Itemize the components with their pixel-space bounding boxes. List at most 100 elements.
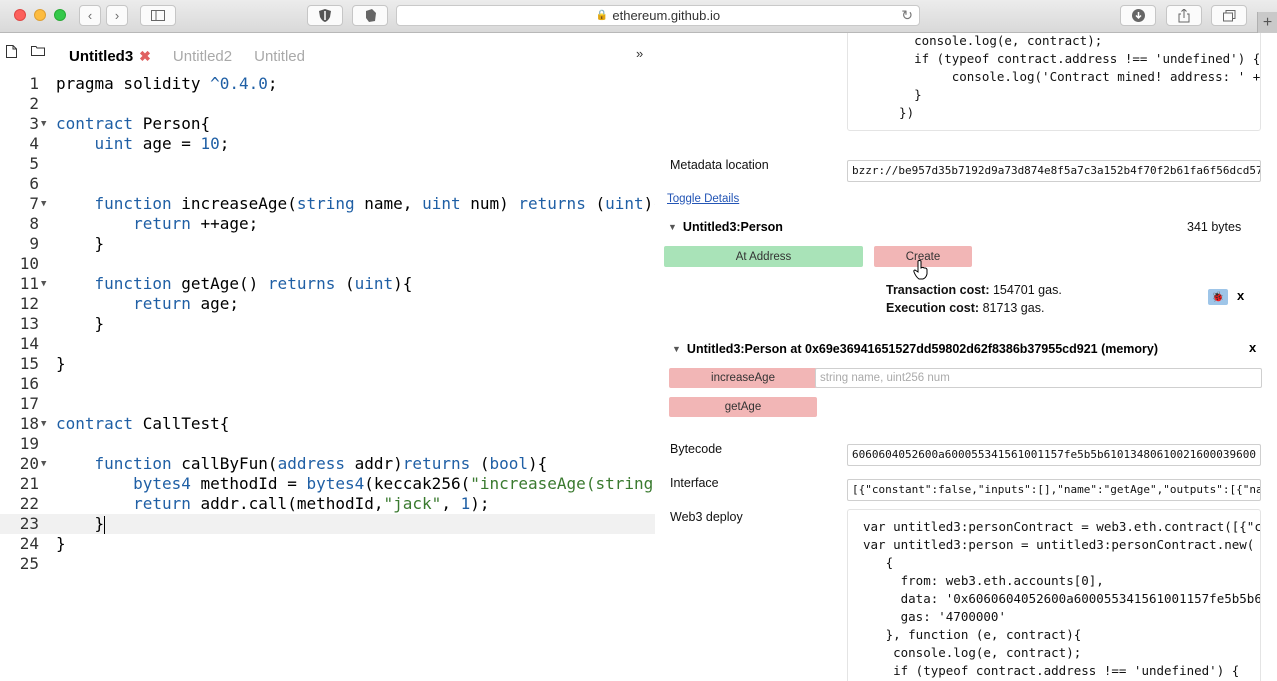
code-line[interactable]: 15} xyxy=(0,354,655,374)
shield-extension-button[interactable] xyxy=(307,5,343,26)
code-text: } xyxy=(56,354,66,373)
line-number: 2 xyxy=(29,94,39,113)
address-bar[interactable]: 🔒 ethereum.github.io ↻ xyxy=(396,5,920,26)
fold-arrow-icon[interactable]: ▼ xyxy=(41,454,46,474)
url-text: ethereum.github.io xyxy=(612,8,721,23)
fold-arrow-icon[interactable]: ▼ xyxy=(41,414,46,434)
bytecode-label: Bytecode xyxy=(670,442,723,456)
code-text: function callByFun(address addr)returns … xyxy=(94,454,548,473)
code-line[interactable]: 18 ▼ contract CallTest{ xyxy=(0,414,655,434)
line-number: 6 xyxy=(29,174,39,193)
share-button[interactable] xyxy=(1166,5,1202,26)
fold-arrow-icon[interactable]: ▼ xyxy=(41,114,46,134)
tabs-icon xyxy=(1222,9,1235,21)
code-line[interactable]: 17 xyxy=(0,394,655,414)
tabs-overview-button[interactable] xyxy=(1211,5,1247,26)
web3-deploy-code-top: console.log(e, contract); if (typeof con… xyxy=(847,33,1261,131)
code-text: } xyxy=(56,234,105,253)
contract-header[interactable]: ▼ Untitled3:Person xyxy=(668,220,783,234)
line-number: 3 xyxy=(29,114,39,133)
line-number: 18 xyxy=(19,414,39,433)
interface-field[interactable]: [{"constant":false,"inputs":[],"name":"g… xyxy=(847,479,1261,501)
tab-untitled[interactable]: Untitled xyxy=(254,48,305,65)
code-line[interactable]: 16 xyxy=(0,374,655,394)
code-line[interactable]: 13 } xyxy=(0,314,655,334)
line-number: 9 xyxy=(29,234,39,253)
tab-untitled3[interactable]: Untitled3 ✖ xyxy=(69,48,151,65)
code-line[interactable]: 6 xyxy=(0,174,655,194)
code-line[interactable]: 9 } xyxy=(0,234,655,254)
close-instance-button[interactable]: x xyxy=(1249,340,1256,355)
fold-arrow-icon[interactable]: ▼ xyxy=(41,194,46,214)
close-result-button[interactable]: x xyxy=(1237,288,1244,303)
code-line[interactable]: 14 xyxy=(0,334,655,354)
line-number: 16 xyxy=(19,374,39,393)
fold-arrow-icon[interactable]: ▼ xyxy=(41,274,46,294)
reload-icon[interactable]: ↻ xyxy=(901,7,913,24)
execution-cost: Execution cost: 81713 gas. xyxy=(886,301,1045,315)
code-line[interactable]: 7 ▼ function increaseAge(string name, uin… xyxy=(0,194,655,214)
code-line[interactable]: 11 ▼ function getAge() returns (uint){ xyxy=(0,274,655,294)
share-icon xyxy=(1178,8,1190,22)
tab-close-icon[interactable]: ✖ xyxy=(139,48,151,64)
code-line[interactable]: 8 return ++age; xyxy=(0,214,655,234)
back-button[interactable]: ‹ xyxy=(79,5,101,26)
instance-header[interactable]: ▼ Untitled3:Person at 0x69e36941651527dd… xyxy=(672,342,1158,356)
line-number: 15 xyxy=(19,354,39,373)
code-line[interactable]: 21 bytes4 methodId = bytes4(keccak256("i… xyxy=(0,474,655,494)
metadata-location-field[interactable]: bzzr://be957d35b7192d9a73d874e8f5a7c3a15… xyxy=(847,160,1261,182)
code-line[interactable]: 22 return addr.call(methodId,"jack", 1); xyxy=(0,494,655,514)
zoom-window-button[interactable] xyxy=(54,9,66,21)
open-folder-icon[interactable] xyxy=(31,45,45,59)
increase-age-args-input[interactable]: string name, uint256 num xyxy=(815,368,1262,388)
line-number: 11 xyxy=(19,274,39,293)
web3-deploy-label: Web3 deploy xyxy=(670,510,743,524)
minimize-window-button[interactable] xyxy=(34,9,46,21)
contract-size: 341 bytes xyxy=(1187,220,1242,234)
chevron-left-icon: ‹ xyxy=(87,8,93,23)
code-line[interactable]: 1 pragma solidity ^0.4.0; xyxy=(0,74,655,94)
evernote-extension-button[interactable] xyxy=(352,5,388,26)
code-line[interactable]: 4 uint age = 10; xyxy=(0,134,655,154)
code-text: bytes4 methodId = bytes4(keccak256("incr… xyxy=(133,474,655,493)
download-icon xyxy=(1131,9,1145,22)
chevron-right-icon: › xyxy=(114,8,120,23)
code-line[interactable]: 5 xyxy=(0,154,655,174)
new-file-icon[interactable] xyxy=(6,45,17,61)
code-line[interactable]: 2 xyxy=(0,94,655,114)
collapse-triangle-icon: ▼ xyxy=(668,222,677,232)
at-address-button[interactable]: At Address xyxy=(664,246,863,267)
code-line[interactable]: 19 xyxy=(0,434,655,454)
increase-age-button[interactable]: increaseAge xyxy=(669,368,817,388)
code-line[interactable]: 24} xyxy=(0,534,655,554)
tab-untitled2[interactable]: Untitled2 xyxy=(173,48,232,65)
sidebar-toggle-button[interactable] xyxy=(140,5,176,26)
code-line[interactable]: 23 } xyxy=(0,514,655,534)
code-text: return ++age; xyxy=(133,214,259,233)
downloads-button[interactable] xyxy=(1120,5,1156,26)
plus-icon: + xyxy=(1262,13,1273,31)
close-window-button[interactable] xyxy=(14,9,26,21)
bug-icon: 🐞 xyxy=(1211,291,1225,303)
sidebar-icon xyxy=(151,10,165,21)
get-age-button[interactable]: getAge xyxy=(669,397,817,417)
code-text: uint age = 10; xyxy=(94,134,230,153)
code-area[interactable]: 1 pragma solidity ^0.4.0; 2 3 ▼ contract Pers… xyxy=(0,74,655,574)
toggle-details-link[interactable]: Toggle Details xyxy=(667,193,739,205)
code-line[interactable]: 3 ▼ contract Person{ xyxy=(0,114,655,134)
debug-bug-button[interactable]: 🐞 xyxy=(1208,289,1228,305)
line-number: 24 xyxy=(19,534,39,553)
code-line[interactable]: 10 xyxy=(0,254,655,274)
web3-deploy-code[interactable]: var untitled3:personContract = web3.eth.… xyxy=(847,509,1261,681)
line-number: 7 xyxy=(29,194,39,213)
line-number: 22 xyxy=(19,494,39,513)
tabs-more-button[interactable]: » xyxy=(636,46,643,61)
code-line[interactable]: 12 return age; xyxy=(0,294,655,314)
elephant-icon xyxy=(366,9,376,22)
code-line[interactable]: 20 ▼ function callByFun(address addr)retu… xyxy=(0,454,655,474)
new-tab-button[interactable]: + xyxy=(1257,12,1277,33)
code-text: function increaseAge(string name, uint n… xyxy=(94,194,655,213)
code-line[interactable]: 25 xyxy=(0,554,655,574)
forward-button[interactable]: › xyxy=(106,5,128,26)
bytecode-field[interactable]: 6060604052600a600055341561001157fe5b5b61… xyxy=(847,444,1261,466)
